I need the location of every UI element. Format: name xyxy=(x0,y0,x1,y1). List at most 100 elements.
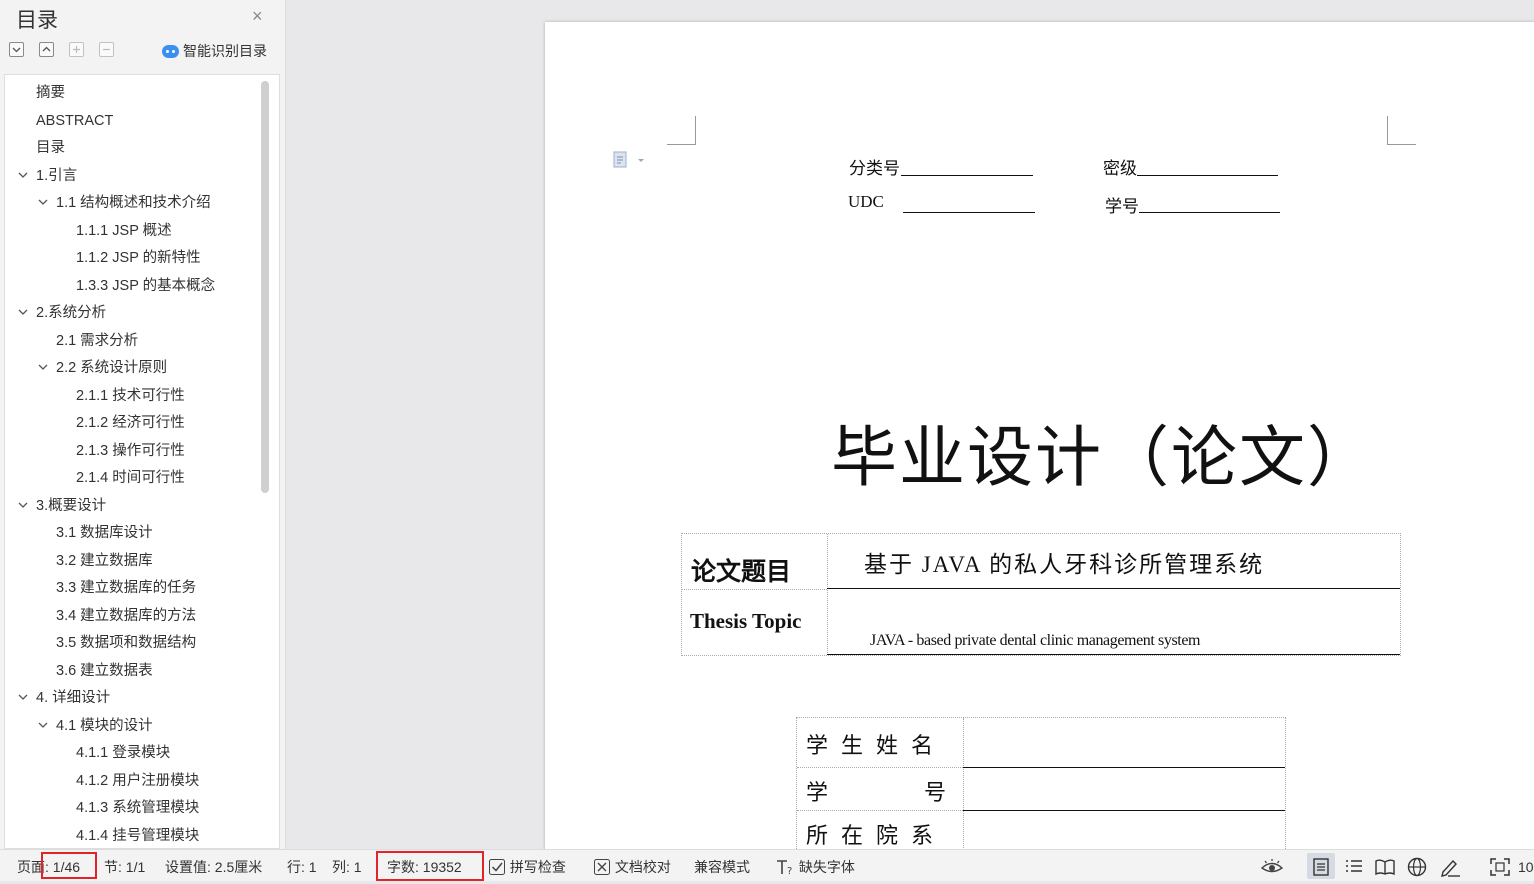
reading-view-icon[interactable] xyxy=(1375,850,1395,882)
chevron-down-icon[interactable] xyxy=(37,355,49,383)
toc-item[interactable]: 2.2 系统设计原则 xyxy=(5,355,261,383)
chevron-down-icon[interactable] xyxy=(17,493,29,521)
toc-item-label: 3.3 建立数据库的任务 xyxy=(56,580,197,596)
section-indicator[interactable]: 节: 1/1 xyxy=(104,850,145,882)
student-no-line[interactable] xyxy=(1139,212,1280,213)
toc-item[interactable]: 1.3.3 JSP 的基本概念 xyxy=(5,273,261,301)
doc-proof-button[interactable]: 文档校对 xyxy=(593,850,671,882)
classification-line[interactable] xyxy=(901,175,1033,176)
chevron-down-icon[interactable] xyxy=(37,713,49,741)
toc-item[interactable]: 2.1.1 技术可行性 xyxy=(5,383,261,411)
udc-line[interactable] xyxy=(903,212,1035,213)
toc-item[interactable]: 2.1.2 经济可行性 xyxy=(5,410,261,438)
toc-item-label: 3.1 数据库设计 xyxy=(56,525,153,541)
margin-corner-left xyxy=(667,116,696,145)
remove-heading-icon[interactable] xyxy=(99,42,114,57)
spell-check-label: 拼写检查 xyxy=(509,859,566,875)
table-rule xyxy=(963,810,1285,811)
smart-toc-button[interactable]: 智能识别目录 xyxy=(162,41,267,61)
outline-view-icon[interactable] xyxy=(1345,850,1363,882)
missing-font-button[interactable]: ? 缺失字体 xyxy=(775,850,855,882)
toc-item[interactable]: 目录 xyxy=(5,135,261,163)
toc-item-label: 1.1.2 JSP 的新特性 xyxy=(76,250,201,266)
table-rule xyxy=(827,654,1400,655)
toc-item-label: 4.1.2 用户注册模块 xyxy=(76,772,200,789)
main-title: 毕业设计（论文） xyxy=(831,422,1375,495)
toc-item-label: 4. 详细设计 xyxy=(36,690,111,706)
toc-item-label: 3.4 建立数据库的方法 xyxy=(56,607,197,624)
document-area: 分类号 密级 UDC 学号 毕业设计（论文） 论文题目 基于 JAVA 的私人牙… xyxy=(287,0,1534,849)
toc-item[interactable]: 3.1 数据库设计 xyxy=(5,520,261,548)
table-divider xyxy=(827,534,828,655)
chevron-down-icon[interactable] xyxy=(37,190,49,218)
zoom-level[interactable]: 10 xyxy=(1518,850,1534,882)
table-divider xyxy=(797,810,963,811)
student-id-label: 学号 xyxy=(806,781,946,806)
toc-item-label: 2.1 需求分析 xyxy=(56,332,139,349)
toc-item[interactable]: 4. 详细设计 xyxy=(5,685,261,713)
classification-label: 分类号 xyxy=(849,159,900,178)
toc-item-label: 3.5 数据项和数据结构 xyxy=(56,635,197,651)
doc-proof-label: 文档校对 xyxy=(614,859,671,875)
secret-line[interactable] xyxy=(1137,175,1278,176)
page-view-icon[interactable] xyxy=(1313,850,1329,882)
toc-item[interactable]: 3.5 数据项和数据结构 xyxy=(5,630,261,658)
collapse-all-icon[interactable] xyxy=(39,42,54,57)
expand-all-icon[interactable] xyxy=(9,42,24,57)
smart-assistant-icon xyxy=(162,44,179,58)
line-indicator: 行: 1 xyxy=(287,859,317,875)
status-bar: 页面: 1/46 节: 1/1 设置值: 2.5厘米 行: 1 列: 1 字数:… xyxy=(0,849,1534,881)
document-page[interactable]: 分类号 密级 UDC 学号 毕业设计（论文） 论文题目 基于 JAVA 的私人牙… xyxy=(545,22,1534,849)
thesis-title-en[interactable]: JAVA - based private dental clinic manag… xyxy=(870,632,1200,650)
table-divider xyxy=(682,589,827,590)
toc-panel: 摘要 ABSTRACT 目录 1.引言 1.1 结构概述和技术介绍 1.1.1 JSP 概… xyxy=(4,74,280,849)
spell-check-button[interactable]: 拼写检查 xyxy=(488,850,566,882)
toc-item[interactable]: 2.1.4 时间可行性 xyxy=(5,465,261,493)
toc-item[interactable]: 4.1 模块的设计 xyxy=(5,713,261,741)
table-rule xyxy=(827,588,1400,589)
toc-list: 摘要 ABSTRACT 目录 1.引言 1.1 结构概述和技术介绍 1.1.1 JSP 概… xyxy=(5,80,261,849)
toc-item[interactable]: 2.1 需求分析 xyxy=(5,328,261,356)
page-highlight-box xyxy=(41,852,97,879)
toc-item[interactable]: 3.2 建立数据库 xyxy=(5,548,261,576)
toc-scrollbar[interactable] xyxy=(261,81,269,493)
toc-item-label: 1.引言 xyxy=(36,167,78,184)
paste-options-icon[interactable] xyxy=(613,150,645,175)
toc-item[interactable]: 4.1.4 挂号管理模块 xyxy=(5,823,261,849)
missing-font-icon: ? xyxy=(777,859,792,876)
toc-item[interactable]: 3.6 建立数据表 xyxy=(5,658,261,686)
toc-item[interactable]: 2.系统分析 xyxy=(5,300,261,328)
eye-protection-icon[interactable] xyxy=(1261,850,1283,882)
toc-item[interactable]: 3.3 建立数据库的任务 xyxy=(5,575,261,603)
toc-item[interactable]: 4.1.2 用户注册模块 xyxy=(5,768,261,796)
edit-pen-icon[interactable] xyxy=(1439,850,1461,882)
margin-setting[interactable]: 设置值: 2.5厘米 xyxy=(165,850,262,882)
toc-item[interactable]: 3.概要设计 xyxy=(5,493,261,521)
thesis-title-cn[interactable]: 基于 JAVA 的私人牙科诊所管理系统 xyxy=(864,545,1264,579)
add-heading-icon[interactable] xyxy=(69,42,84,57)
fullscreen-icon[interactable] xyxy=(1490,850,1510,882)
toc-item[interactable]: 4.1.1 登录模块 xyxy=(5,740,261,768)
close-icon[interactable]: × xyxy=(252,6,263,27)
chevron-down-icon[interactable] xyxy=(17,300,29,328)
toc-item[interactable]: 1.1 结构概述和技术介绍 xyxy=(5,190,261,218)
student-name-label: 学生姓名 xyxy=(806,734,947,759)
svg-text:?: ? xyxy=(787,866,792,876)
toc-item[interactable]: 1.1.1 JSP 概述 xyxy=(5,218,261,246)
toc-item-label: 2.2 系统设计原则 xyxy=(56,360,168,376)
toc-item[interactable]: 4.1.3 系统管理模块 xyxy=(5,795,261,823)
column-indicator: 列: 1 xyxy=(332,859,362,875)
table-divider xyxy=(963,718,964,849)
chevron-down-icon[interactable] xyxy=(17,685,29,713)
toc-item[interactable]: 摘要 xyxy=(5,80,261,108)
department-label: 所在院系 xyxy=(806,824,947,849)
toc-item-label: 4.1.1 登录模块 xyxy=(76,745,171,761)
toc-item[interactable]: 1.1.2 JSP 的新特性 xyxy=(5,245,261,273)
toc-item[interactable]: ABSTRACT xyxy=(5,108,261,136)
chevron-down-icon[interactable] xyxy=(17,163,29,191)
toc-item[interactable]: 3.4 建立数据库的方法 xyxy=(5,603,261,631)
toc-item[interactable]: 1.引言 xyxy=(5,163,261,191)
web-view-icon[interactable] xyxy=(1407,850,1427,882)
compat-mode-label[interactable]: 兼容模式 xyxy=(694,850,750,882)
toc-item[interactable]: 2.1.3 操作可行性 xyxy=(5,438,261,466)
